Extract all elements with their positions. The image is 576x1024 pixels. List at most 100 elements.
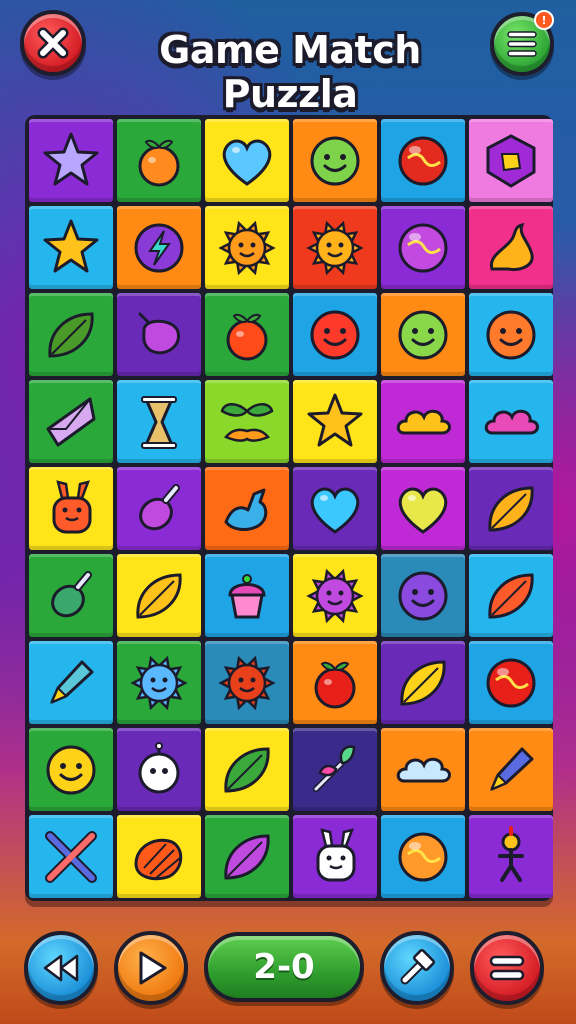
- hamburger-menu-icon: [507, 31, 537, 57]
- game-tile[interactable]: [29, 293, 113, 376]
- orange-sprout-icon: [126, 128, 192, 194]
- leaf-icon: [214, 824, 280, 890]
- game-tile[interactable]: [381, 293, 465, 376]
- game-tile[interactable]: [469, 815, 553, 898]
- game-tile[interactable]: [293, 554, 377, 637]
- game-tile[interactable]: [205, 293, 289, 376]
- pause-button[interactable]: [470, 931, 544, 1005]
- game-tile[interactable]: [381, 641, 465, 724]
- game-tile[interactable]: [205, 554, 289, 637]
- game-tile[interactable]: [381, 467, 465, 550]
- sun-icon: [302, 563, 368, 629]
- game-tile[interactable]: [205, 728, 289, 811]
- sprout-icon: [302, 737, 368, 803]
- game-tile[interactable]: [117, 728, 201, 811]
- game-tile[interactable]: [117, 206, 201, 289]
- stick-figure-icon: [478, 824, 544, 890]
- game-tile[interactable]: [205, 641, 289, 724]
- game-tile[interactable]: [381, 206, 465, 289]
- smiley-icon: [390, 563, 456, 629]
- game-tile[interactable]: [29, 206, 113, 289]
- game-tile[interactable]: [381, 728, 465, 811]
- hammer-icon: [400, 948, 436, 985]
- top-bar: Game Match Puzzla !: [0, 0, 576, 116]
- cupcake-icon: [214, 563, 280, 629]
- feather-icon: [390, 650, 456, 716]
- game-board: [25, 115, 553, 901]
- sun-icon: [214, 650, 280, 716]
- game-tile[interactable]: [29, 467, 113, 550]
- game-tile[interactable]: [469, 641, 553, 724]
- game-tile[interactable]: [381, 119, 465, 202]
- game-tile[interactable]: [469, 206, 553, 289]
- play-icon: [139, 951, 167, 985]
- game-tile[interactable]: [293, 119, 377, 202]
- bunny-icon: [302, 824, 368, 890]
- game-tile[interactable]: [469, 728, 553, 811]
- rocket-icon: [38, 650, 104, 716]
- score-display: 2-0: [204, 932, 364, 1002]
- smiley-icon: [478, 302, 544, 368]
- game-tile[interactable]: [293, 206, 377, 289]
- game-tile[interactable]: [381, 815, 465, 898]
- game-tile[interactable]: [469, 380, 553, 463]
- cloud-icon: [390, 389, 456, 455]
- game-tile[interactable]: [293, 293, 377, 376]
- game-tile[interactable]: [381, 380, 465, 463]
- game-tile[interactable]: [117, 554, 201, 637]
- game-tile[interactable]: [293, 728, 377, 811]
- crystal-icon: [38, 389, 104, 455]
- berry-icon: [126, 302, 192, 368]
- heart-icon: [214, 128, 280, 194]
- game-tile[interactable]: [117, 380, 201, 463]
- game-tile[interactable]: [205, 815, 289, 898]
- game-tile[interactable]: [205, 119, 289, 202]
- game-tile[interactable]: [293, 467, 377, 550]
- game-tile[interactable]: [469, 554, 553, 637]
- bottom-controls: 2-0: [0, 915, 576, 1024]
- game-tile[interactable]: [117, 467, 201, 550]
- bird-icon: [214, 476, 280, 542]
- game-tile[interactable]: [469, 119, 553, 202]
- menu-button[interactable]: !: [490, 10, 554, 76]
- game-tile[interactable]: [205, 380, 289, 463]
- leaf-icon: [478, 563, 544, 629]
- rewind-button[interactable]: [24, 931, 98, 1005]
- hint-hammer-button[interactable]: [380, 931, 454, 1005]
- game-tile[interactable]: [293, 815, 377, 898]
- game-tile[interactable]: [29, 728, 113, 811]
- game-tile[interactable]: [469, 467, 553, 550]
- game-tile[interactable]: [293, 380, 377, 463]
- game-tile[interactable]: [29, 554, 113, 637]
- play-button[interactable]: [114, 931, 188, 1005]
- crossed-swords-icon: [38, 824, 104, 890]
- tile-grid: [29, 119, 553, 898]
- game-tile[interactable]: [29, 119, 113, 202]
- game-tile[interactable]: [293, 641, 377, 724]
- star-icon: [38, 128, 104, 194]
- tomato-icon: [214, 302, 280, 368]
- seed-icon: [478, 476, 544, 542]
- heart-icon: [302, 476, 368, 542]
- close-button[interactable]: [20, 10, 86, 76]
- game-tile[interactable]: [117, 641, 201, 724]
- game-tile[interactable]: [381, 554, 465, 637]
- game-tile[interactable]: [29, 380, 113, 463]
- game-tile[interactable]: [29, 815, 113, 898]
- game-tile[interactable]: [205, 467, 289, 550]
- close-x-icon: [37, 27, 69, 59]
- sun-icon: [126, 650, 192, 716]
- apple-icon: [302, 650, 368, 716]
- game-tile[interactable]: [117, 815, 201, 898]
- game-tile[interactable]: [29, 641, 113, 724]
- bottle-icon: [38, 563, 104, 629]
- orb-icon: [478, 650, 544, 716]
- smiley-icon: [302, 302, 368, 368]
- game-tile[interactable]: [117, 119, 201, 202]
- game-tile[interactable]: [117, 293, 201, 376]
- leaf-icon: [38, 302, 104, 368]
- heart-icon: [390, 476, 456, 542]
- game-tile[interactable]: [205, 206, 289, 289]
- game-tile[interactable]: [469, 293, 553, 376]
- cloud-icon: [478, 389, 544, 455]
